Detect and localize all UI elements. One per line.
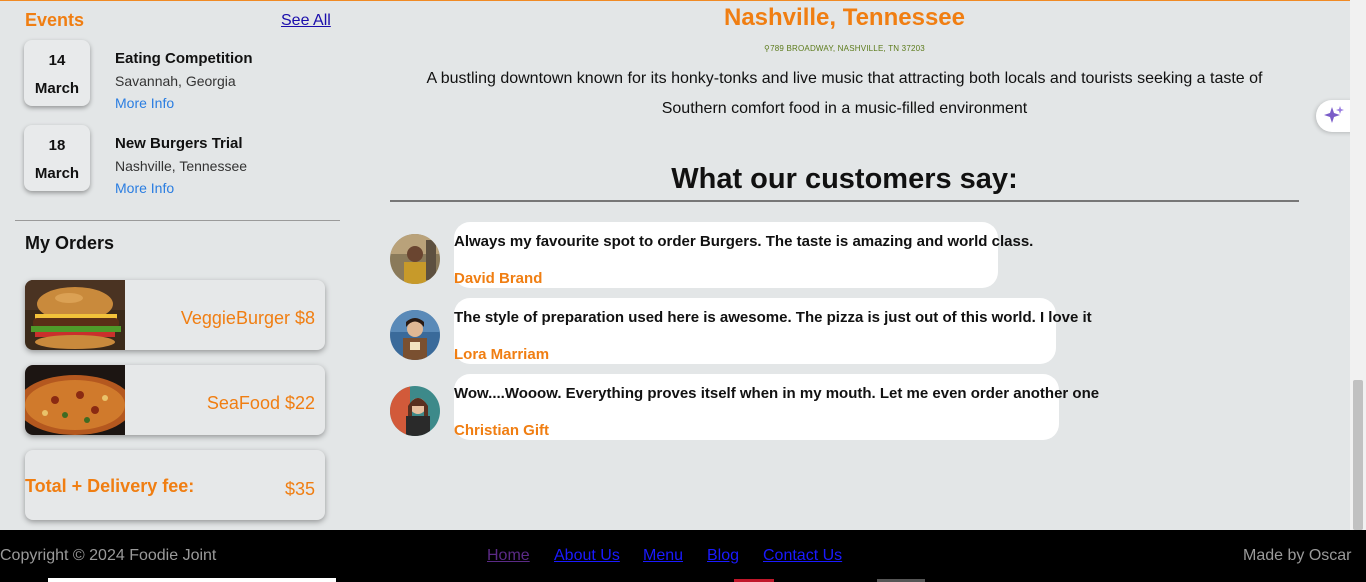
scrollbar-thumb[interactable]: [1353, 380, 1363, 530]
testimonial-quote: The style of preparation used here is aw…: [454, 309, 1092, 326]
testimonial-quote: Wow....Wooow. Everything proves itself w…: [454, 385, 1100, 402]
footer-link-home[interactable]: Home: [487, 547, 530, 565]
event-month: March: [34, 165, 80, 182]
testimonial-quote: Always my favourite spot to order Burger…: [454, 233, 1034, 250]
order-total-card: Total + Delivery fee: $35: [25, 450, 325, 520]
address-text: 789 BROADWAY, NASHVILLE, TN 37203: [770, 44, 925, 53]
sidebar: Events See All 14 March Eating Competiti…: [0, 0, 345, 530]
see-all-link[interactable]: See All: [281, 12, 331, 30]
sidebar-divider: [15, 220, 340, 221]
testimonial-bubble: The style of preparation used here is aw…: [454, 298, 1092, 364]
footer-link-blog[interactable]: Blog: [707, 547, 739, 565]
footer-link-about[interactable]: About Us: [554, 547, 620, 565]
location-address: ⚲789 BROADWAY, NASHVILLE, TN 37203: [390, 44, 1299, 53]
location-title: Nashville, Tennessee: [723, 4, 965, 31]
copyright-text: Copyright © 2024 Foodie Joint: [0, 547, 217, 564]
testimonial-author: Christian Gift: [454, 422, 550, 439]
event-more-info-link[interactable]: More Info: [115, 180, 174, 196]
pizza-image: [25, 365, 125, 435]
order-card[interactable]: VeggieBurger $8: [25, 280, 325, 350]
footer-link-contact[interactable]: Contact Us: [763, 547, 842, 565]
event-place: Nashville, Tennessee: [115, 158, 248, 174]
total-label: Total + Delivery fee:: [25, 476, 195, 496]
burger-image: [25, 280, 125, 350]
event-day: 18: [48, 137, 66, 154]
made-by-text: Made by Oscar: [1243, 547, 1352, 564]
event-card: 14 March Eating Competition Savannah, Ge…: [24, 40, 344, 111]
event-day: 14: [48, 52, 66, 69]
location-description: A bustling downtown known for its honky-…: [426, 70, 1263, 117]
page-scrollbar[interactable]: [1350, 0, 1366, 530]
event-date: 18 March: [24, 125, 90, 191]
testimonials-divider: [390, 200, 1299, 202]
avatar: [390, 386, 440, 436]
order-card[interactable]: SeaFood $22: [25, 365, 325, 435]
event-card: 18 March New Burgers Trial Nashville, Te…: [24, 125, 344, 196]
order-label: SeaFood $22: [206, 393, 315, 413]
order-label: VeggieBurger $8: [180, 308, 315, 328]
my-orders-title: My Orders: [25, 233, 115, 253]
event-more-info-link[interactable]: More Info: [115, 95, 174, 111]
avatar: [390, 234, 440, 284]
sparkle-icon: [1324, 106, 1344, 123]
events-title: Events: [25, 10, 85, 30]
event-month: March: [34, 80, 80, 97]
event-place: Savannah, Georgia: [115, 73, 236, 89]
event-name: New Burgers Trial: [115, 135, 243, 152]
event-date: 14 March: [24, 40, 90, 106]
total-value: $35: [284, 479, 315, 499]
footer-link-menu[interactable]: Menu: [643, 547, 683, 565]
testimonials-title: What our customers say:: [671, 163, 1018, 195]
bottom-strip: [48, 578, 336, 582]
footer: Copyright © 2024 Foodie Joint Home About…: [0, 530, 1366, 582]
testimonial-bubble: Wow....Wooow. Everything proves itself w…: [454, 374, 1099, 440]
testimonial-bubble: Always my favourite spot to order Burger…: [454, 222, 1033, 288]
testimonial-author: David Brand: [454, 270, 543, 287]
event-name: Eating Competition: [115, 50, 253, 67]
testimonial-author: Lora Marriam: [454, 346, 550, 363]
avatar: [390, 310, 440, 360]
